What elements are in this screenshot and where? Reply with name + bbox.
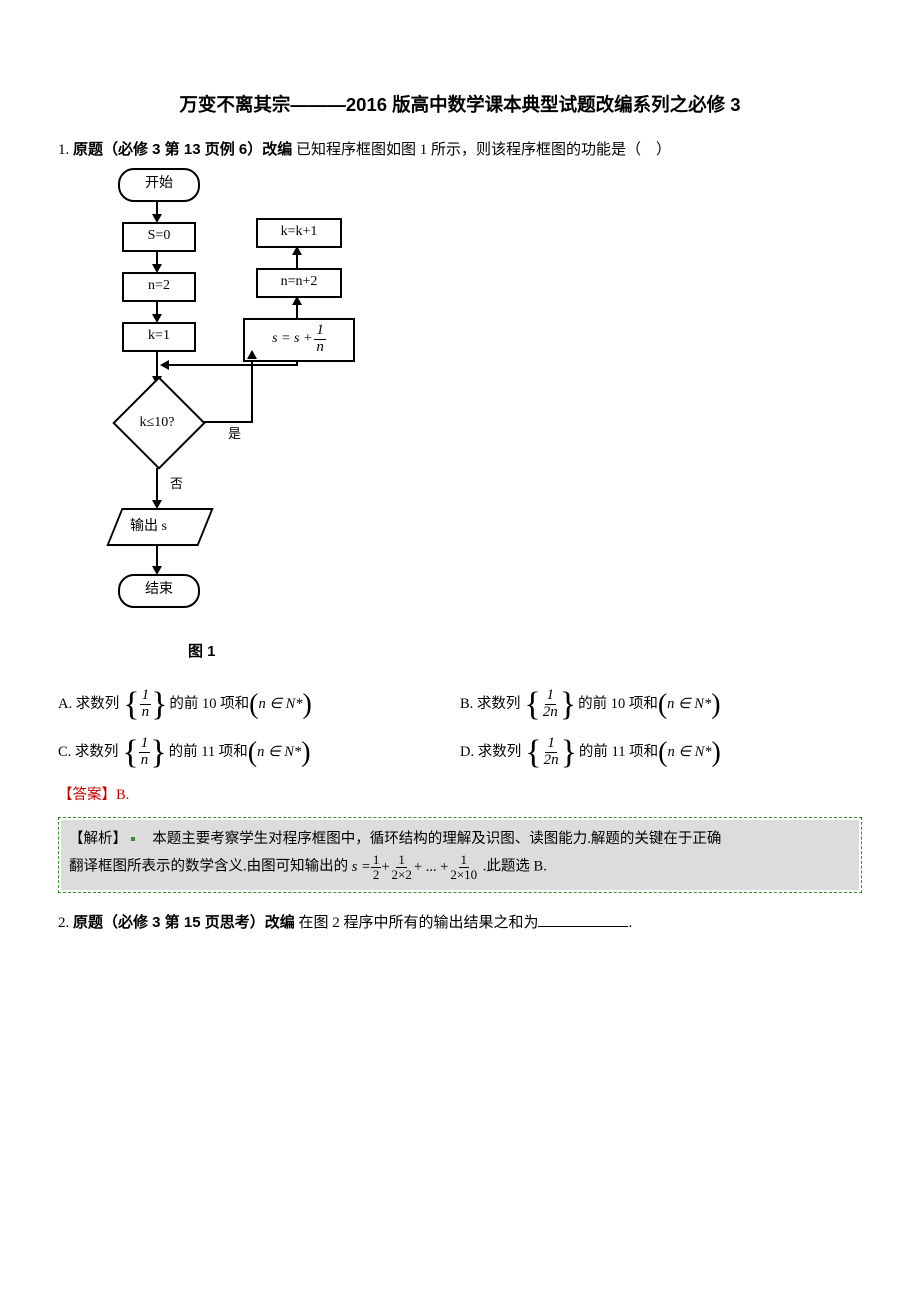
fc-yes: 是 — [228, 424, 241, 445]
blank-line — [538, 912, 628, 927]
opt-a-mid: 的前 10 项和 — [169, 693, 249, 716]
a-t3d: 2×10 — [448, 868, 479, 882]
fc-end: 结束 — [118, 574, 200, 608]
fc-ninc: n=n+2 — [256, 268, 342, 298]
a-plus2: + ... + — [414, 854, 448, 882]
option-d: D. 求数列 { 12n } 的前 11 项和 (n ∈ N*) — [460, 736, 862, 770]
fc-s-num: 1 — [314, 323, 326, 340]
a-t1n: 1 — [371, 853, 382, 868]
opt-a-den: n — [140, 705, 152, 721]
opt-c-den: n — [139, 753, 151, 769]
opt-b-den: 2n — [541, 705, 560, 721]
fc-sacc: s = s + 1 n — [243, 318, 355, 362]
q2-num: 2. — [58, 915, 69, 931]
page-title: 万变不离其宗———2016 版高中数学课本典型试题改编系列之必修 3 — [58, 90, 862, 120]
figure-caption: 图 1 — [188, 640, 862, 664]
analysis-eq-s: s = — [352, 854, 371, 882]
a-t3n: 1 — [459, 853, 470, 868]
opt-d-den: 2n — [542, 753, 561, 769]
fc-start: 开始 — [118, 168, 200, 202]
question-2: 2. 原题（必修 3 第 15 页思考）改编 在图 2 程序中所有的输出结果之和… — [58, 911, 862, 935]
fc-cond: k≤10? — [102, 412, 212, 434]
option-a: A. 求数列 { 1n } 的前 10 项和 (n ∈ N*) — [58, 688, 460, 722]
opt-b-pre: B. 求数列 — [460, 693, 520, 716]
opt-a-set: n ∈ N* — [258, 693, 302, 716]
opt-c-num: 1 — [139, 736, 151, 753]
a-plus1: + — [381, 854, 389, 882]
marker-icon — [131, 837, 135, 841]
opt-c-pre: C. 求数列 — [58, 741, 118, 764]
fc-output: 输出 s — [130, 516, 167, 538]
a-t2d: 2×2 — [390, 868, 414, 882]
option-b: B. 求数列 { 12n } 的前 10 项和 (n ∈ N*) — [460, 688, 862, 722]
analysis-head: 【解析】 — [69, 831, 127, 847]
opt-b-mid: 的前 10 项和 — [578, 693, 658, 716]
q1-num: 1. — [58, 142, 69, 158]
analysis-line2a: 翻译框图所表示的数学含义.由图可知输出的 — [69, 859, 352, 875]
analysis-box: 【解析】 本题主要考察学生对程序框图中，循环结构的理解及识图、读图能力.解题的关… — [58, 817, 862, 893]
q1-rest: 已知程序框图如图 1 所示，则该程序框图的功能是（ ） — [296, 142, 671, 158]
fc-n2: n=2 — [122, 272, 196, 302]
opt-d-mid: 的前 11 项和 — [579, 741, 658, 764]
opt-c-set: n ∈ N* — [257, 741, 301, 764]
a-t1d: 2 — [371, 868, 382, 882]
fc-s0: S=0 — [122, 222, 196, 252]
fc-k1: k=1 — [122, 322, 196, 352]
a-t2n: 1 — [396, 853, 407, 868]
fc-no: 否 — [170, 474, 183, 495]
answer-label: 【答案】B. — [58, 784, 862, 807]
opt-d-num: 1 — [545, 736, 557, 753]
opt-a-num: 1 — [140, 688, 152, 705]
question-1: 1. 原题（必修 3 第 13 页例 6）改编 已知程序框图如图 1 所示，则该… — [58, 138, 862, 162]
options: A. 求数列 { 1n } 的前 10 项和 (n ∈ N*) B. 求数列 {… — [58, 688, 862, 770]
opt-a-pre: A. 求数列 — [58, 693, 119, 716]
opt-b-num: 1 — [545, 688, 557, 705]
opt-d-set: n ∈ N* — [667, 741, 711, 764]
fc-kinc: k=k+1 — [256, 218, 342, 248]
q2-resta: 在图 2 程序中所有的输出结果之和为 — [298, 915, 538, 931]
option-c: C. 求数列 { 1n } 的前 11 项和 (n ∈ N*) — [58, 736, 460, 770]
q1-bold: 原题（必修 3 第 13 页例 6）改编 — [73, 141, 292, 158]
opt-b-set: n ∈ N* — [667, 693, 711, 716]
analysis-line2b: .此题选 B. — [483, 859, 547, 875]
q2-bold: 原题（必修 3 第 15 页思考）改编 — [73, 914, 295, 931]
analysis-line1: 本题主要考察学生对程序框图中，循环结构的理解及识图、读图能力.解题的关键在于正确 — [152, 831, 721, 847]
fc-s-text: s = s + — [272, 328, 312, 350]
fc-s-den: n — [314, 340, 326, 356]
opt-c-mid: 的前 11 项和 — [169, 741, 248, 764]
opt-d-pre: D. 求数列 — [460, 741, 521, 764]
flowchart-figure: 开始 S=0 n=2 k=1 k≤10? 是 否 输出 s 结束 k=k+1 n… — [58, 168, 378, 628]
q2-restb: . — [628, 915, 632, 931]
